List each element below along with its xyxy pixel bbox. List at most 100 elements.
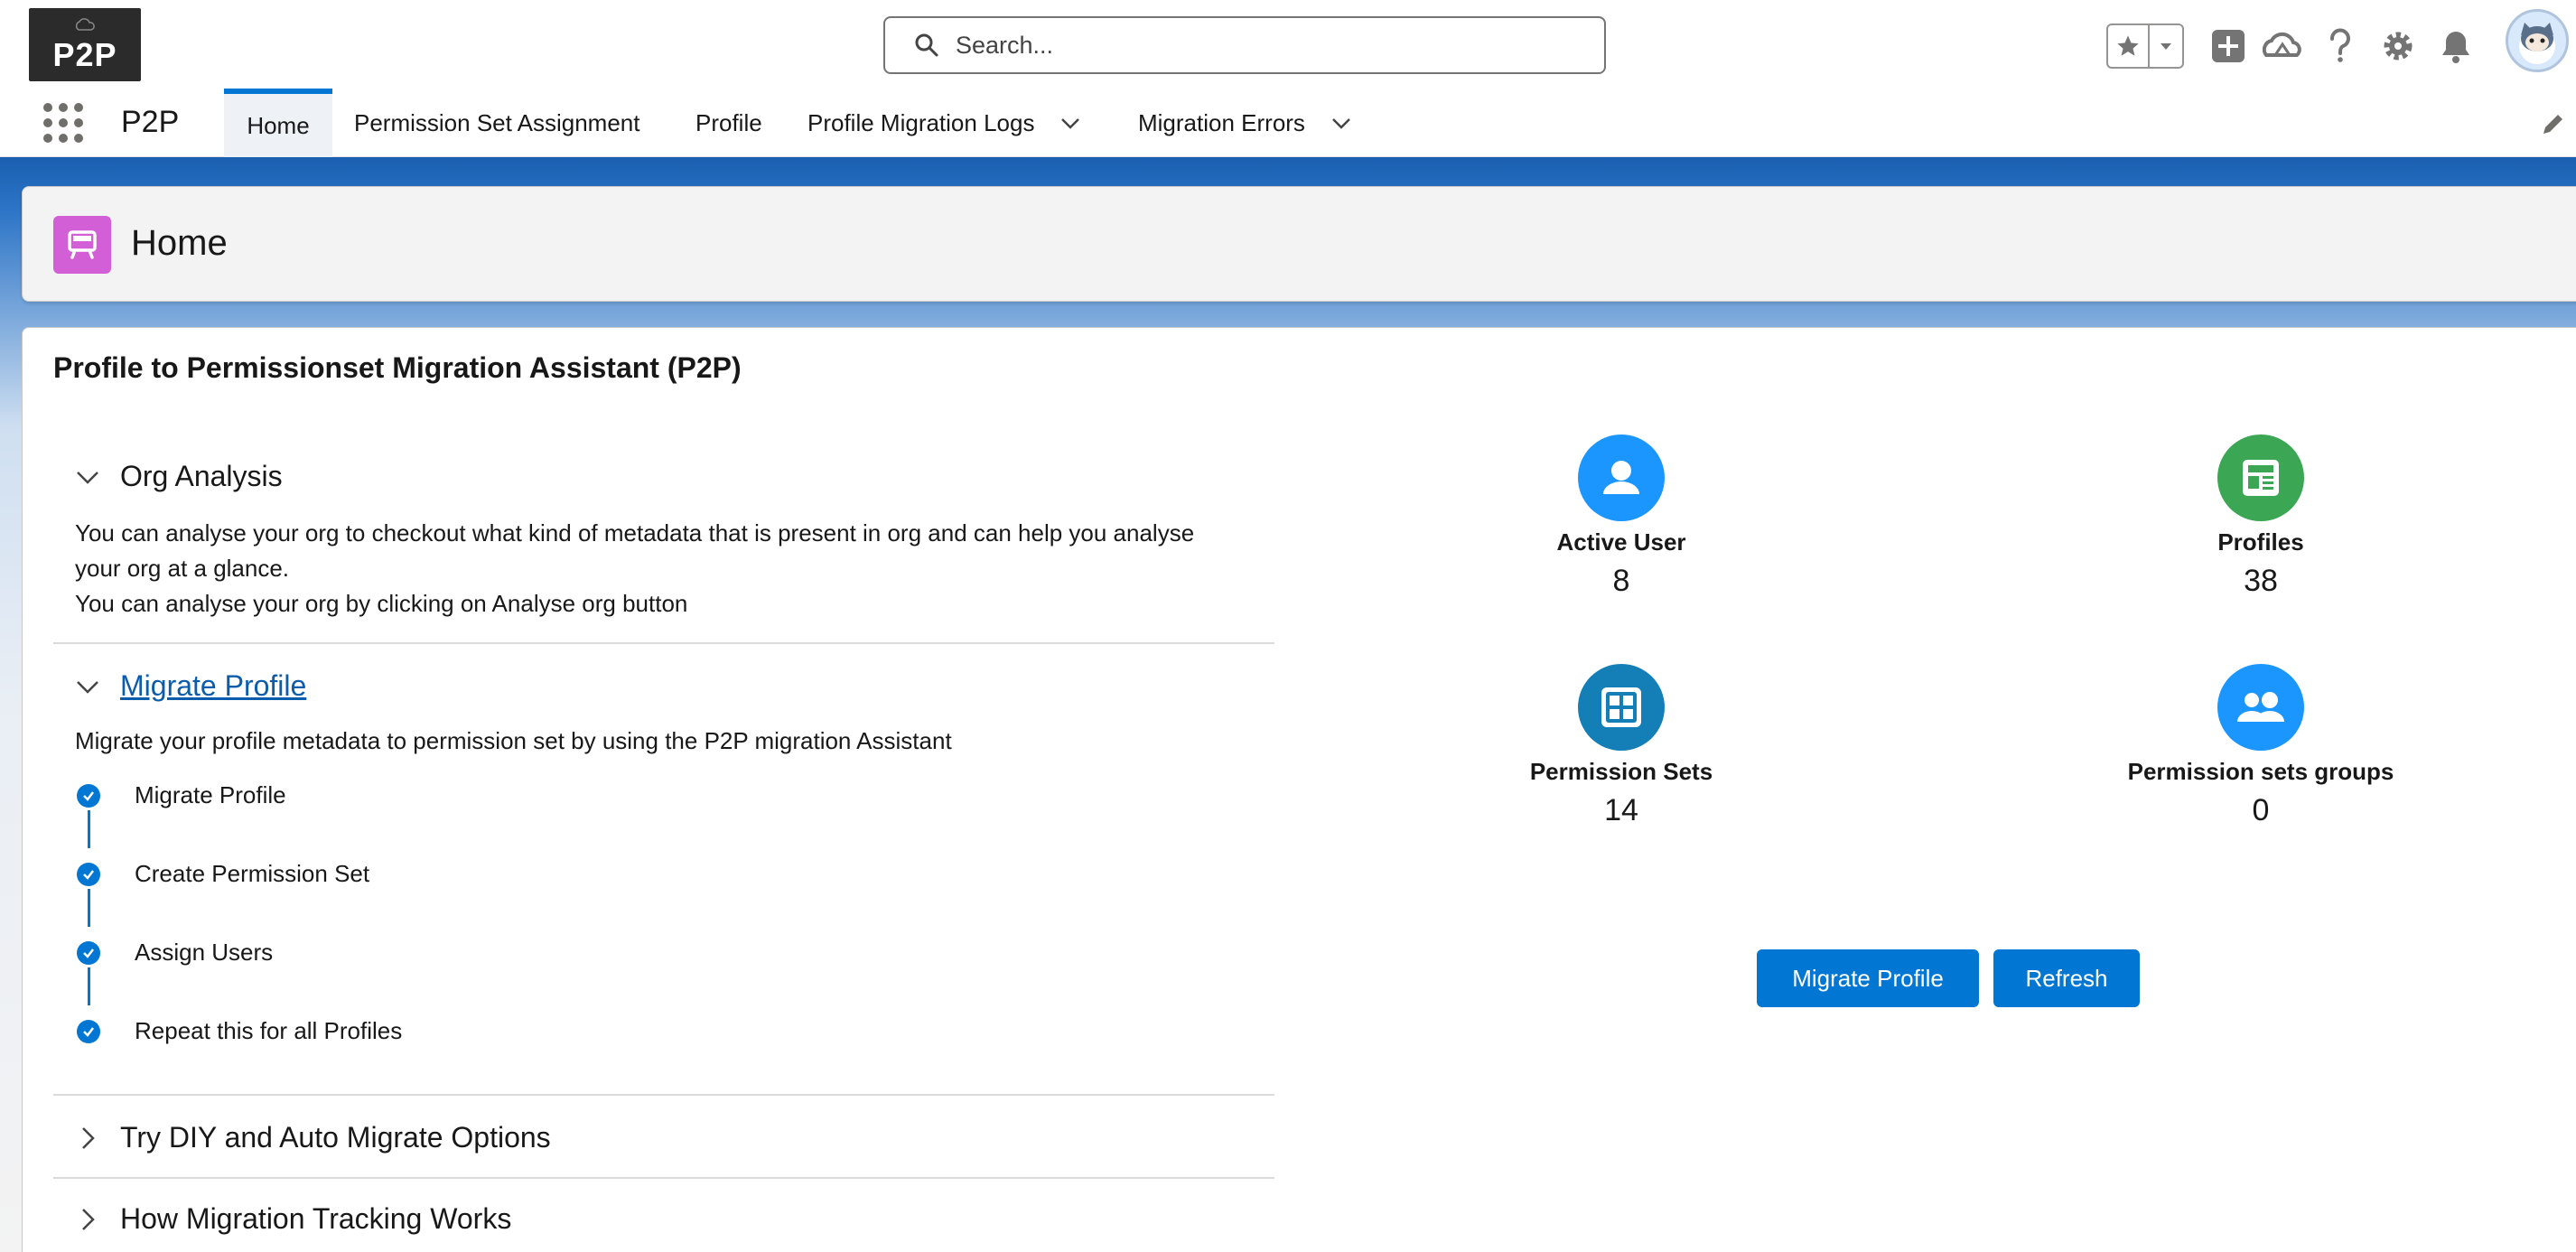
cloud-icon <box>75 18 95 31</box>
edit-nav-pencil-icon[interactable] <box>2540 110 2567 137</box>
global-search[interactable] <box>883 16 1606 74</box>
tab-label: Profile Migration Logs <box>807 108 1035 136</box>
logo-text: P2P <box>52 36 117 73</box>
notifications-button[interactable] <box>2433 23 2478 69</box>
astro-avatar-icon <box>2519 23 2555 64</box>
step-connector <box>88 810 90 848</box>
stat-profiles: Profiles 38 <box>2080 434 2441 599</box>
step-label: Assign Users <box>135 939 274 966</box>
section-title: Try DIY and Auto Migrate Options <box>120 1121 551 1154</box>
group-icon <box>2217 664 2304 751</box>
page-title: Home <box>131 223 228 263</box>
display-icon <box>68 230 97 259</box>
tab-label: Migration Errors <box>1138 108 1305 136</box>
check-icon <box>77 862 100 886</box>
stat-label: Profiles <box>2217 528 2304 556</box>
star-icon <box>2117 35 2139 56</box>
trailhead-button[interactable] <box>2260 23 2305 69</box>
tab-label: Home <box>247 111 310 139</box>
main-card: Profile to Permissionset Migration Assis… <box>22 327 2576 1252</box>
section-title: How Migration Tracking Works <box>120 1202 512 1235</box>
plus-square-icon <box>2212 30 2245 62</box>
caret-down-icon <box>2161 43 2171 50</box>
section-title: Org Analysis <box>120 460 283 492</box>
user-avatar[interactable] <box>2506 9 2569 72</box>
user-icon <box>1578 434 1665 521</box>
favorites-star-button[interactable] <box>2108 25 2150 67</box>
favorites-dropdown-button[interactable] <box>2150 25 2182 67</box>
divider <box>53 1177 1274 1179</box>
org-logo[interactable]: P2P <box>29 8 141 81</box>
stat-label: Permission sets groups <box>2127 758 2394 785</box>
global-actions-button[interactable] <box>2206 23 2251 69</box>
section-tracking-header[interactable]: How Migration Tracking Works <box>75 1202 511 1236</box>
check-icon <box>77 940 100 965</box>
stat-value: 8 <box>1612 564 1630 598</box>
section-diy-header[interactable]: Try DIY and Auto Migrate Options <box>75 1121 551 1154</box>
launcher-dot-icon <box>74 118 83 127</box>
search-icon <box>915 33 938 57</box>
home-tile-icon <box>53 216 111 274</box>
tab-label: Permission Set Assignment <box>354 108 640 136</box>
text-line: You can analyse your org to checkout wha… <box>75 519 1195 547</box>
question-icon <box>2330 28 2350 62</box>
chevron-down-icon <box>77 471 98 484</box>
chevron-down-icon <box>77 680 98 694</box>
step-item: Create Permission Set <box>77 860 369 888</box>
launcher-dot-icon <box>74 103 83 112</box>
app-name: P2P <box>121 105 180 139</box>
step-connector <box>88 967 90 1005</box>
stat-permission-sets: Permission Sets 14 <box>1441 664 1802 828</box>
step-item: Repeat this for all Profiles <box>77 1017 402 1045</box>
launcher-dot-icon <box>43 134 52 143</box>
setup-button[interactable] <box>2375 23 2421 69</box>
launcher-dot-icon <box>59 118 68 127</box>
tab-migration-errors[interactable]: Migration Errors <box>1116 89 1374 157</box>
gear-icon <box>2384 32 2413 61</box>
text-line: You can analyse your org by clicking on … <box>75 590 688 617</box>
favorites-group[interactable] <box>2106 23 2184 69</box>
text-line: your org at a glance. <box>75 555 290 582</box>
permission-set-icon <box>1578 664 1665 751</box>
bell-icon <box>2442 32 2469 63</box>
search-input[interactable] <box>956 31 1570 60</box>
trailhead-icon <box>2263 32 2301 57</box>
tab-profile[interactable]: Profile <box>674 89 784 157</box>
page-header: Home <box>22 186 2576 302</box>
stat-label: Permission Sets <box>1529 758 1713 785</box>
check-icon <box>77 783 100 808</box>
stat-value: 14 <box>1604 793 1638 827</box>
app-launcher-button[interactable] <box>43 103 83 143</box>
divider <box>53 642 1274 644</box>
chevron-down-icon[interactable] <box>1059 112 1081 134</box>
tab-profile-migration-logs[interactable]: Profile Migration Logs <box>786 89 1103 157</box>
help-button[interactable] <box>2318 23 2363 69</box>
app-nav-bar: P2P Home Permission Set Assignment Profi… <box>0 89 2576 157</box>
launcher-dot-icon <box>43 118 52 127</box>
step-label: Create Permission Set <box>135 860 370 887</box>
migrate-profile-button[interactable]: Migrate Profile <box>1757 949 1979 1007</box>
check-icon <box>77 1019 100 1043</box>
step-label: Repeat this for all Profiles <box>135 1017 403 1044</box>
stat-label: Active User <box>1556 528 1686 556</box>
stat-value: 38 <box>2244 564 2278 598</box>
step-item: Assign Users <box>77 939 273 967</box>
step-label: Migrate Profile <box>135 781 286 808</box>
refresh-button[interactable]: Refresh <box>1993 949 2140 1007</box>
tab-home[interactable]: Home <box>224 89 332 157</box>
launcher-dot-icon <box>59 103 68 112</box>
chevron-right-icon <box>82 1126 95 1149</box>
section-org-analysis-header[interactable]: Org Analysis <box>75 460 283 493</box>
step-connector <box>88 889 90 927</box>
section-title-link[interactable]: Migrate Profile <box>120 669 306 703</box>
card-title: Profile to Permissionset Migration Assis… <box>53 351 742 384</box>
stat-value: 0 <box>2252 793 2270 827</box>
chevron-down-icon[interactable] <box>1330 112 1352 134</box>
launcher-dot-icon <box>74 134 83 143</box>
profile-icon <box>2217 434 2304 521</box>
chevron-right-icon <box>82 1208 95 1230</box>
launcher-dot-icon <box>59 134 68 143</box>
tab-permission-set-assignment[interactable]: Permission Set Assignment <box>332 89 661 157</box>
migrate-profile-description: Migrate your profile metadata to permiss… <box>75 727 952 754</box>
section-migrate-profile-header[interactable]: Migrate Profile <box>75 669 306 703</box>
